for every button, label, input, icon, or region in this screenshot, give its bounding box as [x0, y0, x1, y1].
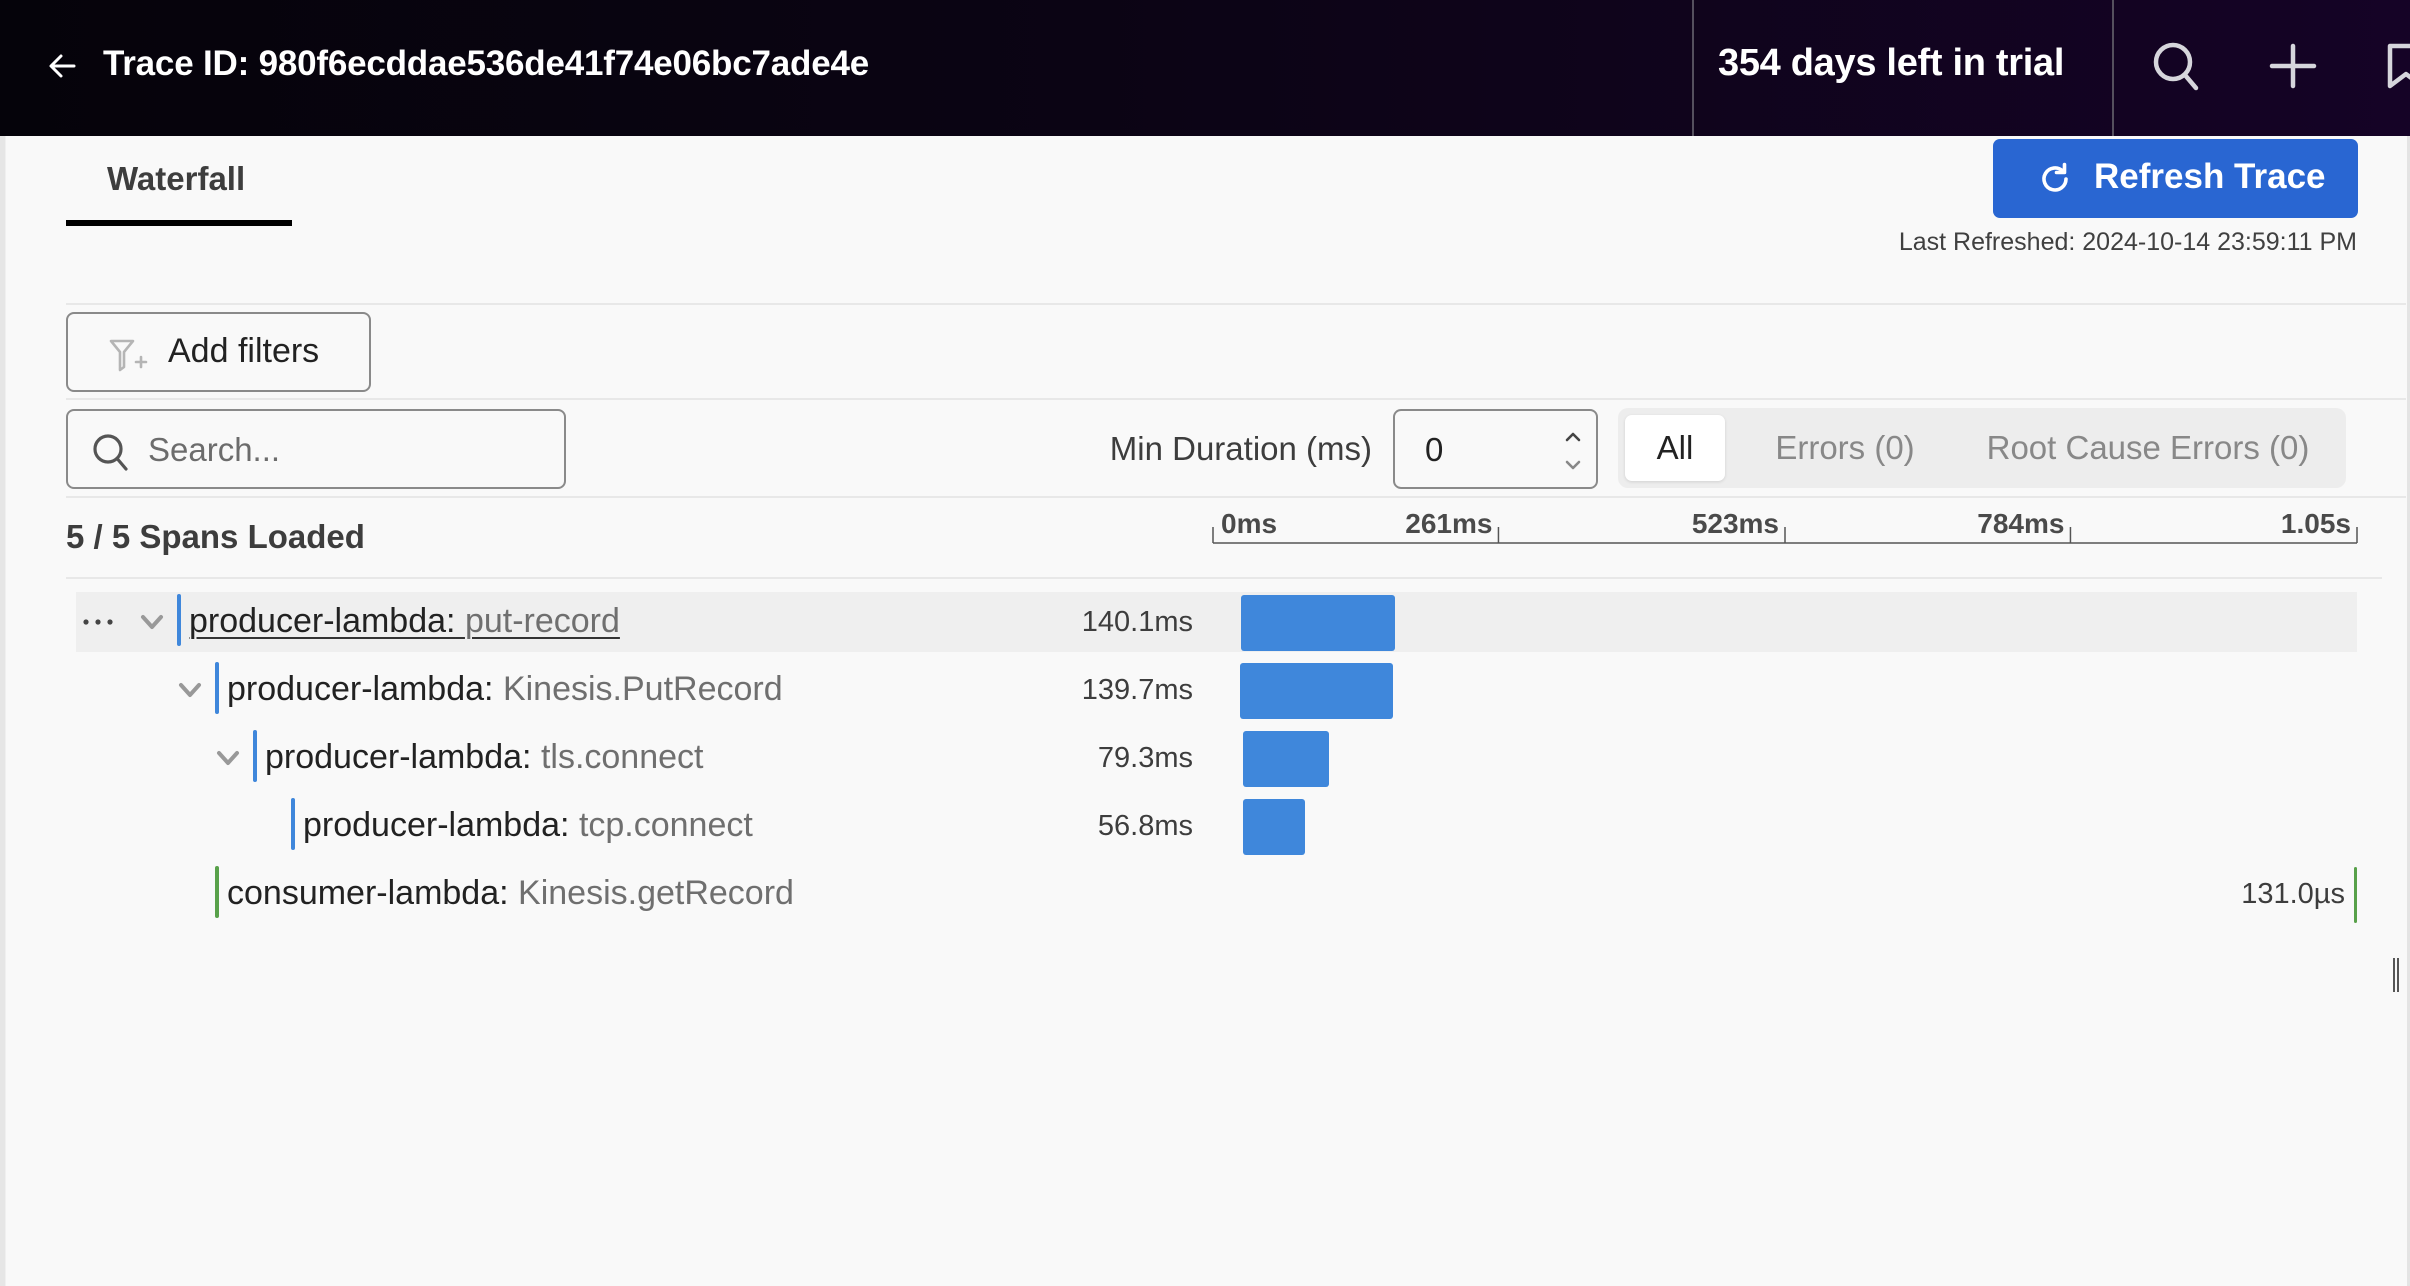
search-field[interactable] [66, 409, 566, 489]
arrow-left-icon[interactable] [46, 46, 80, 86]
divider [66, 496, 2406, 498]
chevron-up-icon[interactable] [1561, 427, 1585, 447]
segment-all[interactable]: All [1625, 415, 1725, 481]
span-service: producer-lambda: [189, 602, 456, 640]
axis-tick-label: 784ms [1977, 508, 2064, 539]
plus-icon[interactable] [2263, 38, 2323, 94]
span-row[interactable]: consumer-lambda: Kinesis.getRecord 131.0µ… [76, 864, 2357, 924]
chevron-down-icon[interactable] [215, 748, 241, 768]
refresh-label: Refresh Trace [2094, 157, 2326, 196]
span-timeline-bar[interactable] [1240, 663, 1394, 719]
header-divider [1692, 0, 1694, 136]
service-color-indicator [215, 662, 219, 714]
span-operation: Kinesis.getRecord [518, 874, 794, 912]
spans-loaded-count: 5 / 5 Spans Loaded [66, 518, 365, 555]
span-operation: Kinesis.PutRecord [502, 670, 783, 708]
last-refreshed-timestamp: Last Refreshed: 2024-10-14 23:59:11 PM [1898, 228, 2357, 256]
service-color-indicator [177, 594, 181, 646]
bookmark-icon[interactable] [2382, 38, 2410, 94]
more-options-icon[interactable] [80, 608, 120, 636]
segment-root-cause-errors[interactable]: Root Cause Errors (0) [1963, 415, 2333, 481]
span-timeline-bar[interactable] [1241, 595, 1395, 651]
add-filters-label: Add filters [168, 332, 320, 370]
min-duration-input[interactable]: 0 [1393, 409, 1598, 489]
span-row[interactable]: producer-lambda: Kinesis.PutRecord 139.7m… [76, 660, 2357, 720]
add-filters-button[interactable]: Add filters [66, 312, 371, 392]
filter-plus-icon [109, 339, 148, 372]
tab-label: Waterfall [107, 160, 246, 197]
resize-handle[interactable] [2392, 958, 2400, 992]
span-name[interactable]: producer-lambda: put-record [189, 602, 620, 641]
span-duration: 139.7ms [1081, 674, 1193, 706]
span-row[interactable]: producer-lambda: put-record 140.1ms [76, 592, 2357, 652]
search-icon[interactable] [2148, 38, 2208, 94]
error-filter-segmented-control: All Errors (0) Root Cause Errors (0) [1618, 408, 2346, 488]
segment-errors[interactable]: Errors (0) [1735, 415, 1955, 481]
min-duration-label: Min Duration (ms) [1109, 430, 1372, 467]
refresh-trace-button[interactable]: Refresh Trace [1993, 139, 2358, 218]
span-duration: 140.1ms [1081, 606, 1193, 638]
span-operation: put-record [464, 602, 620, 640]
span-timeline-bar[interactable] [1242, 731, 1330, 787]
span-duration: 56.8ms [1097, 810, 1193, 842]
header-divider [2112, 0, 2114, 136]
span-name[interactable]: producer-lambda: tls.connect [265, 738, 703, 777]
span-row[interactable]: producer-lambda: tcp.connect 56.8ms [76, 796, 2357, 856]
span-timeline-bar[interactable] [1242, 799, 1305, 855]
service-color-indicator [253, 730, 257, 782]
divider [66, 577, 2382, 579]
left-panel-edge [0, 136, 6, 1286]
span-operation: tls.connect [540, 738, 704, 776]
trial-status[interactable]: 354 days left in trial [1718, 42, 2064, 85]
trace-title: Trace ID: 980f6ecddae536de41f74e06bc7ade… [103, 44, 870, 83]
search-icon [93, 434, 128, 471]
span-service: producer-lambda: [303, 806, 570, 844]
span-name[interactable]: consumer-lambda: Kinesis.getRecord [227, 874, 794, 913]
span-name[interactable]: producer-lambda: tcp.connect [303, 806, 753, 845]
tab-waterfall[interactable]: Waterfall [66, 152, 292, 227]
span-service: consumer-lambda: [227, 874, 509, 912]
top-bar: Trace ID: 980f6ecddae536de41f74e06bc7ade… [0, 0, 2410, 136]
span-timeline-bar[interactable] [2354, 867, 2357, 923]
span-operation: tcp.connect [578, 806, 753, 844]
chevron-down-icon[interactable] [1561, 455, 1585, 475]
chevron-down-icon[interactable] [139, 612, 165, 632]
service-color-indicator [215, 866, 219, 918]
axis-tick-label: 261ms [1405, 508, 1492, 539]
refresh-icon [2042, 162, 2068, 192]
span-duration: 79.3ms [1097, 742, 1193, 774]
span-name[interactable]: producer-lambda: Kinesis.PutRecord [227, 670, 783, 709]
min-duration-value[interactable]: 0 [1425, 431, 1443, 469]
axis-tick-label: 1.05s [2281, 508, 2351, 539]
search-input[interactable] [148, 425, 548, 475]
axis-tick-label: 523ms [1692, 508, 1779, 539]
active-tab-indicator [66, 220, 292, 226]
span-duration: 131.0µs [2241, 878, 2345, 910]
chevron-down-icon[interactable] [177, 680, 203, 700]
service-color-indicator [291, 798, 295, 850]
span-service: producer-lambda: [227, 670, 494, 708]
span-service: producer-lambda: [265, 738, 532, 776]
divider [66, 398, 2406, 400]
divider [66, 303, 2406, 305]
span-row[interactable]: producer-lambda: tls.connect 79.3ms [76, 728, 2357, 788]
axis-tick-label: 0ms [1221, 508, 1277, 539]
